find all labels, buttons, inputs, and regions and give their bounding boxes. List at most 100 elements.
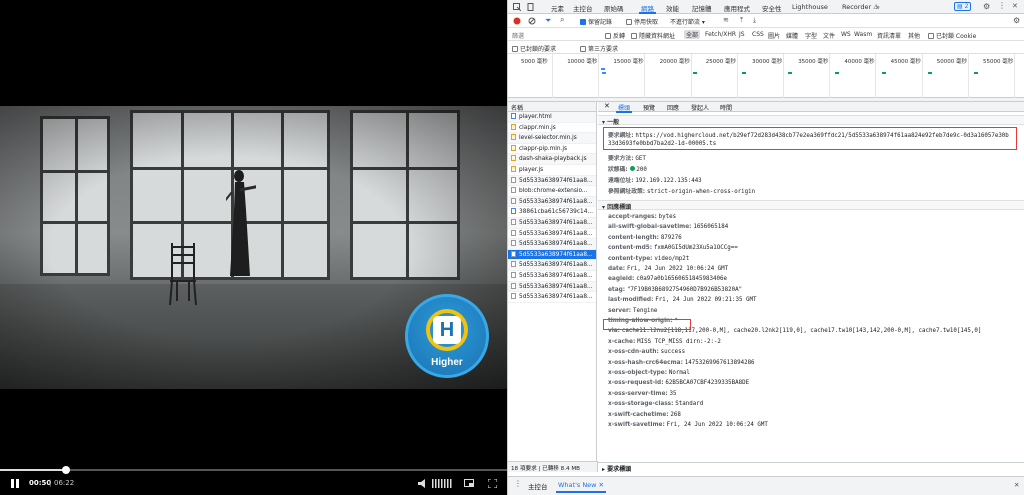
third-party-checkbox[interactable]: 第三方要求 [580,44,618,53]
invert-checkbox[interactable]: 反轉 [605,31,625,40]
close-drawer-icon[interactable]: ✕ [1014,481,1019,489]
tab-application[interactable]: 應用程式 [724,3,750,13]
response-header-value[interactable]: success [661,349,685,355]
more-options-icon[interactable]: ⋮ [998,1,1006,10]
response-header-value[interactable]: 879276 [661,235,682,241]
tab-headers[interactable]: 標頭 [615,103,633,113]
import-har-icon[interactable]: ⤒ [740,16,743,25]
more-tabs-icon[interactable]: » [876,3,880,11]
network-settings-icon[interactable]: ⚙ [1013,16,1020,25]
hide-data-urls-checkbox[interactable]: 隱藏資料網址 [631,31,675,40]
tab-elements[interactable]: 元素 [551,3,564,13]
response-header-value[interactable]: 35 [670,391,677,397]
request-row[interactable]: 5d5533a638974f61aa8... [508,217,596,229]
drawer-tab-console[interactable]: 主控台 [528,481,548,491]
request-url-value[interactable]: https://vod.highercloud.net/b29ef72d283d… [635,133,1008,139]
seek-bar[interactable] [0,466,507,474]
request-url-value-2[interactable]: 33d3693fe0bbd7ba2d2-1d-00005.ts [608,141,716,147]
request-list-header[interactable]: 名稱 [508,102,596,112]
request-row[interactable]: 5d5533a638974f61aa8... [508,260,596,271]
picture-in-picture-icon[interactable] [464,479,474,487]
request-row[interactable]: 5d5533a638974f61aa8... [508,175,596,187]
filter-type-font[interactable]: 字型 [805,31,817,40]
tab-preview[interactable]: 預覽 [643,103,655,112]
pause-icon[interactable] [11,479,19,488]
filter-input[interactable]: 篩選 [512,31,524,40]
request-row[interactable]: blob:chrome-extensio... [508,186,596,197]
tab-memory[interactable]: 記憶體 [692,3,712,13]
response-header-value[interactable]: 268 [670,412,680,418]
filter-type-wasm[interactable]: Wasm [854,31,872,38]
tab-timing[interactable]: 時間 [720,103,732,112]
filter-type-js[interactable]: JS [739,31,745,38]
request-row[interactable]: 38861cba61c56739c14... [508,207,596,218]
blocked-cookies-checkbox[interactable]: 已封鎖 Cookie [928,31,976,40]
filter-type-all[interactable]: 全部 [684,30,701,39]
response-header-value[interactable]: Tengine [633,308,657,314]
request-row[interactable]: level-selector.min.js [508,133,596,144]
filter-type-other[interactable]: 其他 [908,31,920,40]
quality-level-icon[interactable] [432,479,454,488]
response-header-value[interactable]: 1656065184 [693,224,728,230]
response-header-value[interactable]: Normal [669,370,690,376]
response-header-value[interactable]: 62B5BCA07CBF4239335BA8DE [665,380,749,386]
close-details-icon[interactable]: ✕ [604,102,610,110]
response-headers-section-header[interactable]: ▾ 回應標頭 [598,200,1024,211]
response-header-value[interactable]: bytes [659,214,676,220]
filter-type-fetch-xhr[interactable]: Fetch/XHR [705,31,736,38]
response-header-value[interactable]: Fri, 24 Jun 2022 10:06:24 GMT [667,422,768,428]
blocked-requests-checkbox[interactable]: 已封鎖的要求 [512,44,556,53]
filter-type-img[interactable]: 圖片 [768,31,780,40]
fullscreen-icon[interactable] [488,479,497,488]
video-player[interactable]: H Higher 00:50 | 06:22 [0,0,507,495]
tab-performance[interactable]: 效能 [666,3,679,13]
inspect-element-icon[interactable] [513,3,521,11]
response-header-value[interactable]: 14753269967613894286 [685,360,755,366]
request-row[interactable]: 5d5533a638974f61aa8... [508,292,596,303]
close-devtools-icon[interactable]: ✕ [1012,2,1018,10]
disable-cache-checkbox[interactable]: 停用快取 [626,17,658,26]
request-row[interactable]: player.js [508,165,596,176]
response-header-value[interactable]: "7F19B03B6892754960D7B926B53820A" [627,287,742,293]
seek-handle[interactable] [62,466,71,474]
response-header-value[interactable]: c0a97a0b16560651845983406e [636,276,727,282]
settings-gear-icon[interactable]: ⚙ [983,2,990,11]
drawer-tab-whats-new[interactable]: What's New ✕ [555,481,607,493]
request-headers-section-header[interactable]: ▸ 要求標頭 [598,462,1024,473]
network-overview-timeline[interactable]: 5000 毫秒 10000 毫秒 15000 毫秒 20000 毫秒 25000 毫秒 3… [508,54,1024,98]
request-row[interactable]: 5d5533a638974f61aa8... [508,196,596,208]
throttle-select[interactable]: 不進行節流 ▾ [670,17,705,26]
drawer-menu-icon[interactable]: ⋮ [514,479,522,488]
network-conditions-icon[interactable]: ≋ [723,16,729,24]
response-header-value[interactable]: Fri, 24 Jun 2022 09:21:35 GMT [655,297,756,303]
filter-type-ws[interactable]: WS [841,31,851,38]
record-icon[interactable] [513,17,521,25]
clear-icon[interactable] [528,17,536,25]
tab-sources[interactable]: 原始碼 [604,3,624,13]
request-row[interactable]: clappr-pip.min.js [508,144,596,155]
tab-recorder[interactable]: Recorder ⚠ [842,3,879,11]
response-header-value[interactable]: MISS TCP_MISS dirn:-2:-2 [637,339,721,345]
request-row[interactable]: 5d5533a638974f61aa8... [508,249,596,261]
filter-type-css[interactable]: CSS [752,31,764,38]
filter-type-media[interactable]: 媒體 [786,31,798,40]
export-har-icon[interactable]: ⤓ [753,16,756,25]
general-section-header[interactable]: ▾ 一般 [598,115,1024,126]
filter-type-doc[interactable]: 文件 [823,31,835,40]
tab-response[interactable]: 回應 [667,103,679,112]
response-header-value[interactable]: Standard [675,401,703,407]
tab-lighthouse[interactable]: Lighthouse [792,3,828,11]
tab-security[interactable]: 安全性 [762,3,782,13]
tab-initiator[interactable]: 發起人 [691,103,709,112]
request-row[interactable]: 5d5533a638974f61aa8... [508,239,596,250]
response-header-value[interactable]: video/mp2t [654,256,689,262]
issues-badge[interactable]: ▤ 2 [954,2,972,11]
tab-network[interactable]: 網路 [639,3,656,14]
search-icon[interactable]: ⌕ [560,15,564,25]
filter-icon[interactable]: ⏷ [545,16,551,26]
response-header-value[interactable]: Fri, 24 Jun 2022 10:06:24 GMT [627,266,728,272]
request-row[interactable]: player.html [508,112,596,123]
video-frame[interactable]: H Higher [0,106,507,389]
request-row[interactable]: 5d5533a638974f61aa8... [508,281,596,293]
tab-console[interactable]: 主控台 [573,3,593,13]
